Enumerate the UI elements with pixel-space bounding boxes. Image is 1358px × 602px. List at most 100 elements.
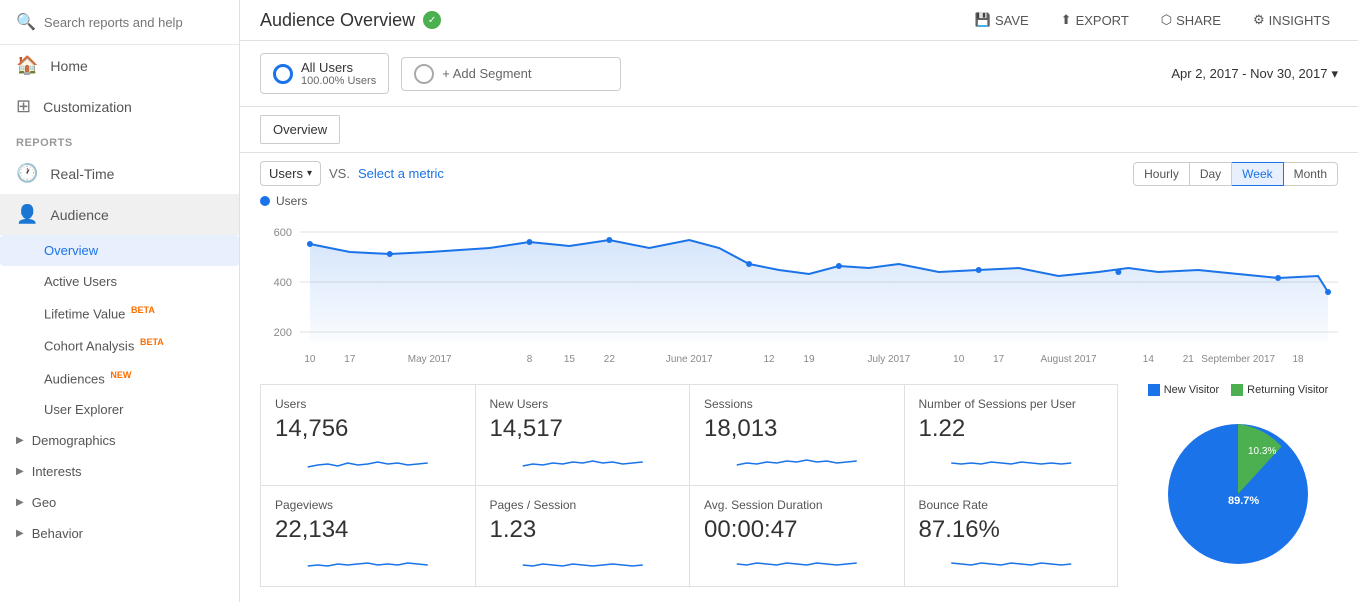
sidebar-sub-audiences[interactable]: Audiences NEW <box>0 362 239 394</box>
beta-badge-2: BETA <box>140 337 164 347</box>
main-content: Audience Overview ✓ 💾 SAVE ⬆ EXPORT ⬡ SH… <box>240 0 1358 602</box>
sparkline-users <box>275 449 461 473</box>
sidebar-item-home[interactable]: 🏠 Home <box>0 45 239 86</box>
stats-area: Users 14,756 New Users 14,517 Sessions 1… <box>240 372 1358 599</box>
chart-dot-1 <box>387 251 393 257</box>
svg-text:200: 200 <box>274 327 292 339</box>
sidebar-section-interests[interactable]: ▶ Interests <box>0 456 239 487</box>
demographics-arrow: ▶ <box>16 435 24 446</box>
stat-users: Users 14,756 <box>260 384 475 486</box>
svg-text:21: 21 <box>1183 354 1195 365</box>
sidebar-item-customization[interactable]: ⊞ Customization <box>0 86 239 127</box>
svg-text:19: 19 <box>803 354 815 365</box>
chart-dot-6 <box>976 267 982 273</box>
all-users-segment[interactable]: All Users 100.00% Users <box>260 53 389 94</box>
metric-dropdown[interactable]: Users ▾ <box>260 161 321 186</box>
svg-text:22: 22 <box>604 354 616 365</box>
svg-text:June 2017: June 2017 <box>666 354 713 365</box>
interests-arrow: ▶ <box>16 466 24 477</box>
sidebar-sub-active-users[interactable]: Active Users <box>0 266 239 297</box>
stat-pages-per-session: Pages / Session 1.23 <box>475 486 690 587</box>
chart-dot-0 <box>307 241 313 247</box>
svg-text:10: 10 <box>953 354 965 365</box>
realtime-icon: 🕐 <box>16 163 38 184</box>
sparkline-pages-per-session <box>490 550 676 574</box>
sidebar-item-realtime[interactable]: 🕐 Real-Time <box>0 153 239 194</box>
insights-button[interactable]: ⚙ INSIGHTS <box>1245 8 1338 32</box>
chart-dot-9 <box>1325 289 1331 295</box>
segment-info: All Users 100.00% Users <box>301 60 376 87</box>
legend-new-visitor: New Visitor <box>1148 384 1219 396</box>
select-metric-link[interactable]: Select a metric <box>358 166 444 181</box>
chart-area-fill <box>310 240 1328 342</box>
chart-area: Users 600 400 200 <box>240 194 1358 372</box>
pie-new-label: 89.7% <box>1228 495 1259 507</box>
sidebar-realtime-label: Real-Time <box>50 166 114 182</box>
sidebar-item-audience[interactable]: 👤 Audience <box>0 194 239 235</box>
add-segment-button[interactable]: + Add Segment <box>401 57 621 91</box>
sparkline-bounce-rate <box>919 550 1104 574</box>
add-segment-icon <box>414 64 434 84</box>
sparkline-sessions-per-user <box>919 449 1104 473</box>
segment-bar: All Users 100.00% Users + Add Segment Ap… <box>240 41 1358 107</box>
sidebar-customization-label: Customization <box>43 99 132 115</box>
returning-visitor-color <box>1231 384 1243 396</box>
svg-text:17: 17 <box>344 354 356 365</box>
export-button[interactable]: ⬆ EXPORT <box>1053 8 1137 32</box>
pie-returning-label: 10.3% <box>1248 446 1276 457</box>
time-btn-hourly[interactable]: Hourly <box>1133 162 1190 186</box>
legend-returning-visitor: Returning Visitor <box>1231 384 1328 396</box>
share-icon: ⬡ <box>1161 12 1172 28</box>
search-bar[interactable]: 🔍 <box>0 0 239 45</box>
new-badge: NEW <box>110 370 131 380</box>
save-icon: 💾 <box>975 12 991 28</box>
stat-sessions-per-user: Number of Sessions per User 1.22 <box>904 384 1119 486</box>
stat-new-users: New Users 14,517 <box>475 384 690 486</box>
vs-label: VS. <box>329 166 350 181</box>
svg-text:August 2017: August 2017 <box>1040 354 1096 365</box>
search-input[interactable] <box>44 15 223 30</box>
sidebar-sub-cohort-analysis[interactable]: Cohort Analysis BETA <box>0 329 239 361</box>
line-chart-container: 600 400 200 10 17 <box>260 212 1338 372</box>
geo-arrow: ▶ <box>16 497 24 508</box>
beta-badge: BETA <box>131 305 155 315</box>
tab-overview[interactable]: Overview <box>260 115 340 144</box>
customization-icon: ⊞ <box>16 96 31 117</box>
chart-dot-8 <box>1275 275 1281 281</box>
chart-dot-2 <box>527 239 533 245</box>
svg-text:May 2017: May 2017 <box>408 354 452 365</box>
sidebar-audience-label: Audience <box>50 207 108 223</box>
time-btn-day[interactable]: Day <box>1190 162 1232 186</box>
insights-icon: ⚙ <box>1253 12 1265 28</box>
export-icon: ⬆ <box>1061 12 1072 28</box>
stat-pageviews: Pageviews 22,134 <box>260 486 475 587</box>
time-btn-week[interactable]: Week <box>1232 162 1283 186</box>
date-range-picker[interactable]: Apr 2, 2017 - Nov 30, 2017 ▾ <box>1171 66 1338 82</box>
stat-bounce-rate: Bounce Rate 87.16% <box>904 486 1119 587</box>
sidebar-section-geo[interactable]: ▶ Geo <box>0 487 239 518</box>
legend-label: Users <box>276 194 307 208</box>
sidebar-sub-lifetime-value[interactable]: Lifetime Value BETA <box>0 297 239 329</box>
svg-text:14: 14 <box>1143 354 1155 365</box>
sidebar-section-demographics[interactable]: ▶ Demographics <box>0 425 239 456</box>
sparkline-avg-duration <box>704 550 890 574</box>
overview-tab-row: Overview <box>240 107 1358 153</box>
top-bar-actions: 💾 SAVE ⬆ EXPORT ⬡ SHARE ⚙ INSIGHTS <box>967 8 1338 32</box>
save-button[interactable]: 💾 SAVE <box>967 8 1037 32</box>
svg-text:September 2017: September 2017 <box>1201 354 1275 365</box>
svg-text:400: 400 <box>274 277 292 289</box>
pie-legend: New Visitor Returning Visitor <box>1148 384 1329 396</box>
home-icon: 🏠 <box>16 55 38 76</box>
sidebar-sub-user-explorer[interactable]: User Explorer <box>0 394 239 425</box>
time-btn-month[interactable]: Month <box>1284 162 1338 186</box>
reports-section-label: REPORTS <box>0 127 239 153</box>
behavior-arrow: ▶ <box>16 528 24 539</box>
sidebar-section-behavior[interactable]: ▶ Behavior <box>0 518 239 549</box>
new-visitor-color <box>1148 384 1160 396</box>
sparkline-sessions <box>704 449 890 473</box>
chart-dot-5 <box>836 263 842 269</box>
sidebar-sub-overview[interactable]: Overview <box>0 235 239 266</box>
chart-controls: Users ▾ VS. Select a metric Hourly Day W… <box>240 153 1358 194</box>
dropdown-arrow: ▾ <box>307 168 312 179</box>
share-button[interactable]: ⬡ SHARE <box>1153 8 1229 32</box>
